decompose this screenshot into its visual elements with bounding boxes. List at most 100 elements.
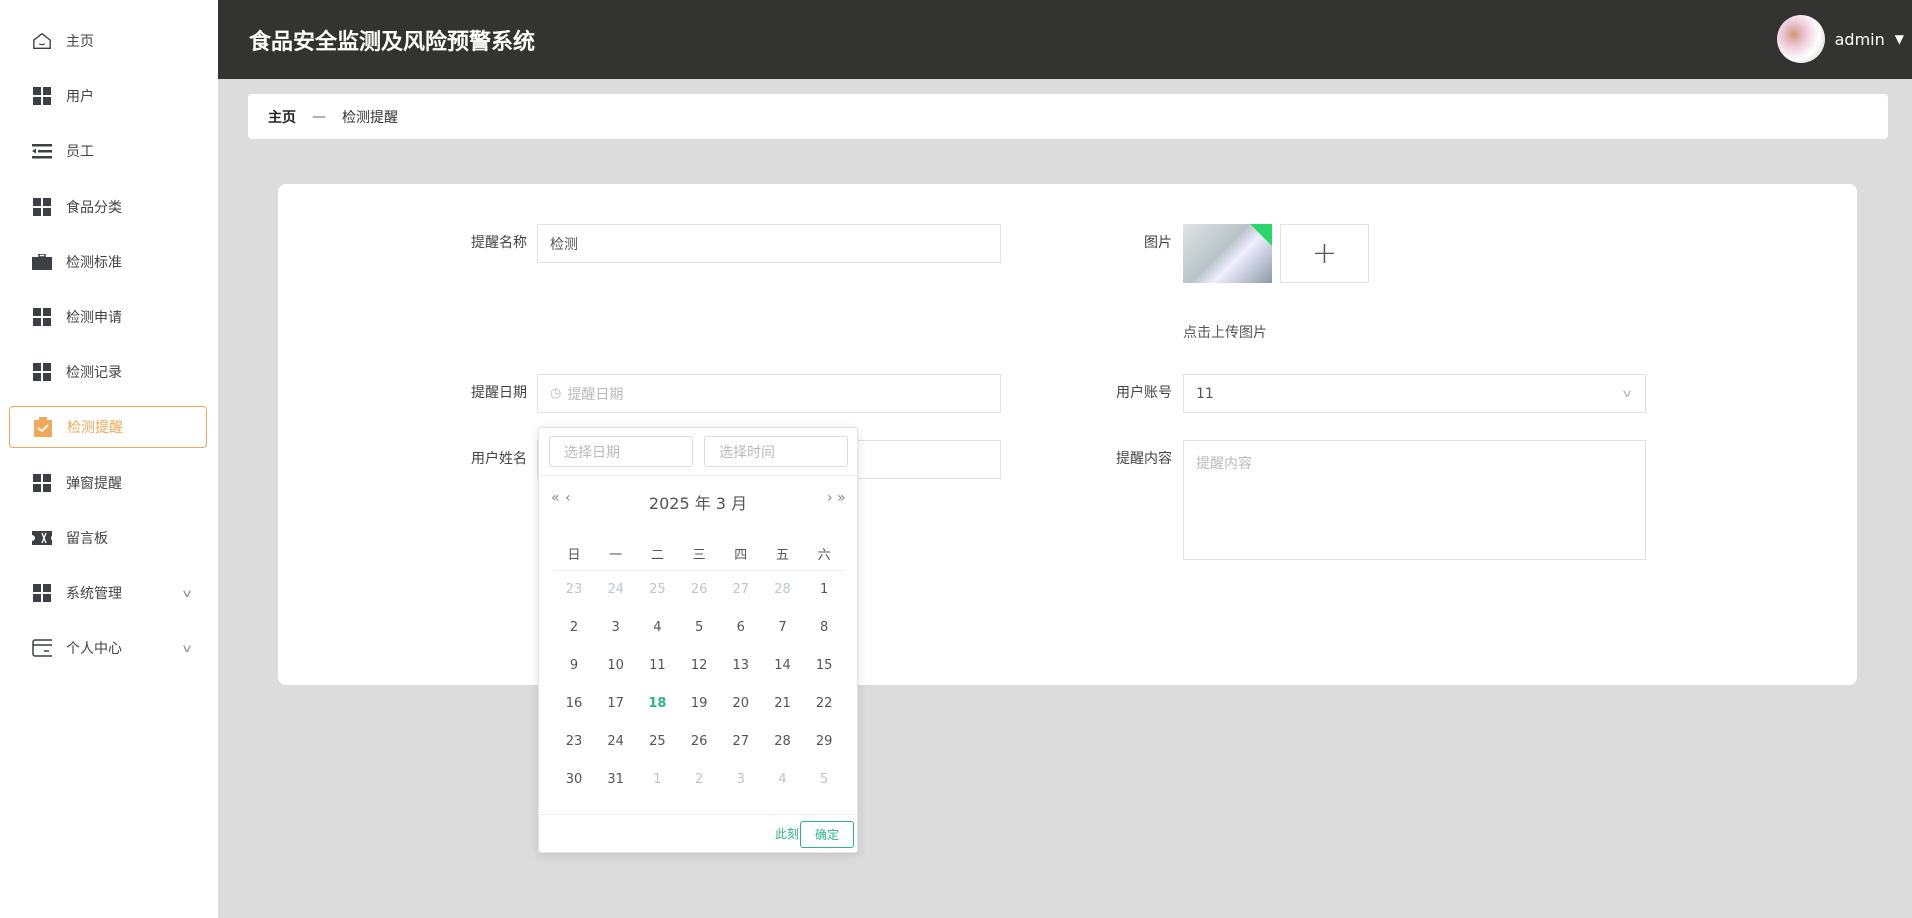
now-button[interactable]: 此刻 bbox=[775, 825, 799, 842]
upload-plus-button[interactable]: + bbox=[1280, 224, 1369, 283]
calendar-day[interactable]: 23 bbox=[554, 582, 594, 597]
chevron-down-icon: ∨ bbox=[180, 586, 194, 600]
clock-icon: ◷ bbox=[550, 386, 562, 401]
grid-icon bbox=[32, 307, 52, 327]
sidebar-item-8[interactable]: 检测提醒 bbox=[9, 406, 207, 449]
wallet-icon bbox=[32, 638, 52, 658]
calendar-day[interactable]: 6 bbox=[721, 620, 761, 635]
divider bbox=[539, 475, 857, 476]
chevron-down-icon: ∨ bbox=[1620, 387, 1634, 400]
username[interactable]: admin bbox=[1835, 30, 1885, 49]
calendar-day[interactable]: 30 bbox=[554, 772, 594, 787]
sidebar-item-11[interactable]: 系统管理 ∨ bbox=[9, 572, 207, 614]
home-icon bbox=[32, 31, 52, 51]
sidebar-item-1[interactable]: 主页 bbox=[9, 20, 207, 62]
avatar[interactable] bbox=[1776, 15, 1825, 63]
image-label: 图片 bbox=[1144, 235, 1172, 251]
calendar-day[interactable]: 5 bbox=[804, 772, 844, 787]
calendar-day[interactable]: 4 bbox=[763, 772, 803, 787]
calendar-day[interactable]: 13 bbox=[721, 658, 761, 673]
calendar-day[interactable]: 2 bbox=[679, 772, 719, 787]
grid-icon bbox=[32, 86, 52, 106]
sidebar-item-label: 用户 bbox=[66, 89, 94, 106]
date-input[interactable]: ◷ 提醒日期 bbox=[537, 374, 1001, 413]
calendar-day[interactable]: 25 bbox=[637, 734, 677, 749]
calendar-day[interactable]: 2 bbox=[554, 620, 594, 635]
calendar-day[interactable]: 28 bbox=[763, 582, 803, 597]
calendar-day[interactable]: 1 bbox=[637, 772, 677, 787]
sidebar-item-6[interactable]: 检测申请 bbox=[9, 296, 207, 338]
name-label: 提醒名称 bbox=[471, 235, 527, 251]
confirm-button[interactable]: 确定 bbox=[800, 821, 854, 848]
image-corner-badge bbox=[1250, 224, 1272, 246]
calendar-day[interactable]: 4 bbox=[637, 620, 677, 635]
sidebar-item-10[interactable]: 留言板 bbox=[9, 517, 207, 559]
app-title: 食品安全监测及风险预警系统 bbox=[249, 30, 536, 55]
content-textarea[interactable]: 提醒内容 bbox=[1183, 440, 1646, 560]
prev-month-icon[interactable]: ‹ bbox=[565, 490, 571, 506]
sidebar-item-label: 食品分类 bbox=[66, 199, 122, 216]
sidebar-item-label: 检测标准 bbox=[66, 254, 122, 271]
calendar-day[interactable]: 20 bbox=[721, 696, 761, 711]
calendar-day[interactable]: 12 bbox=[679, 658, 719, 673]
calendar-day[interactable]: 25 bbox=[637, 582, 677, 597]
calendar-day[interactable]: 22 bbox=[804, 696, 844, 711]
grid-icon bbox=[32, 362, 52, 382]
sidebar-item-label: 留言板 bbox=[66, 530, 108, 547]
username-label: 用户姓名 bbox=[471, 451, 527, 467]
calendar-day[interactable]: 14 bbox=[763, 658, 803, 673]
calendar-day[interactable]: 18 bbox=[637, 696, 677, 711]
uploaded-image-thumbnail[interactable] bbox=[1183, 224, 1272, 283]
form-card: 提醒名称 检测 提醒日期 ◷ 提醒日期 用户姓名 图片 + 点击上传图片 用户账… bbox=[278, 184, 1857, 685]
picker-date-input[interactable]: 选择日期 bbox=[549, 436, 693, 467]
caret-down-icon[interactable]: ▼ bbox=[1895, 32, 1904, 46]
breadcrumb-home[interactable]: 主页 bbox=[268, 107, 296, 127]
calendar-day[interactable]: 31 bbox=[596, 772, 636, 787]
sidebar-item-2[interactable]: 用户 bbox=[9, 75, 207, 117]
calendar-day[interactable]: 17 bbox=[596, 696, 636, 711]
picker-time-input[interactable]: 选择时间 bbox=[704, 436, 848, 467]
calendar-day[interactable]: 3 bbox=[721, 772, 761, 787]
calendar-day[interactable]: 29 bbox=[804, 734, 844, 749]
calendar-day[interactable]: 23 bbox=[554, 734, 594, 749]
sidebar-item-12[interactable]: 个人中心 ∨ bbox=[9, 627, 207, 669]
calendar-day[interactable]: 24 bbox=[596, 582, 636, 597]
sidebar-item-7[interactable]: 检测记录 bbox=[9, 351, 207, 393]
calendar-day[interactable]: 19 bbox=[679, 696, 719, 711]
prev-year-icon[interactable]: « bbox=[551, 490, 560, 506]
calendar-day[interactable]: 15 bbox=[804, 658, 844, 673]
account-select[interactable]: 11 ∨ bbox=[1183, 374, 1646, 413]
calendar-day[interactable]: 7 bbox=[763, 620, 803, 635]
grid-icon bbox=[32, 583, 52, 603]
sidebar-item-5[interactable]: 检测标准 bbox=[9, 241, 207, 283]
date-placeholder: 提醒日期 bbox=[567, 386, 624, 403]
breadcrumb-current: 检测提醒 bbox=[342, 109, 398, 126]
calendar-day[interactable]: 9 bbox=[554, 658, 594, 673]
weekday-header: 三 bbox=[692, 548, 706, 563]
calendar-day[interactable]: 16 bbox=[554, 696, 594, 711]
sidebar-item-9[interactable]: 弹窗提醒 bbox=[9, 462, 207, 504]
calendar-day[interactable]: 21 bbox=[763, 696, 803, 711]
calendar-day[interactable]: 3 bbox=[596, 620, 636, 635]
calendar-day[interactable]: 27 bbox=[721, 582, 761, 597]
calendar-day[interactable]: 28 bbox=[763, 734, 803, 749]
sidebar-item-4[interactable]: 食品分类 bbox=[9, 186, 207, 228]
calendar-day[interactable]: 1 bbox=[804, 582, 844, 597]
calendar-title: 2025 年 3 月 bbox=[648, 494, 748, 513]
next-month-icon[interactable]: › bbox=[827, 490, 833, 506]
calendar-day[interactable]: 24 bbox=[596, 734, 636, 749]
content-label: 提醒内容 bbox=[1116, 451, 1172, 467]
calendar-day[interactable]: 10 bbox=[596, 658, 636, 673]
calendar-day[interactable]: 26 bbox=[679, 734, 719, 749]
calendar-day[interactable]: 5 bbox=[679, 620, 719, 635]
calendar-day[interactable]: 26 bbox=[679, 582, 719, 597]
next-year-icon[interactable]: » bbox=[837, 490, 846, 506]
name-input[interactable]: 检测 bbox=[537, 224, 1001, 263]
sidebar-item-3[interactable]: 员工 bbox=[9, 130, 207, 172]
calendar-day[interactable]: 11 bbox=[637, 658, 677, 673]
weekday-header: 二 bbox=[650, 548, 664, 563]
calendar-day[interactable]: 27 bbox=[721, 734, 761, 749]
user-menu[interactable]: admin ▼ bbox=[1776, 15, 1904, 63]
calendar-day[interactable]: 8 bbox=[804, 620, 844, 635]
upload-hint: 点击上传图片 bbox=[1183, 325, 1267, 341]
